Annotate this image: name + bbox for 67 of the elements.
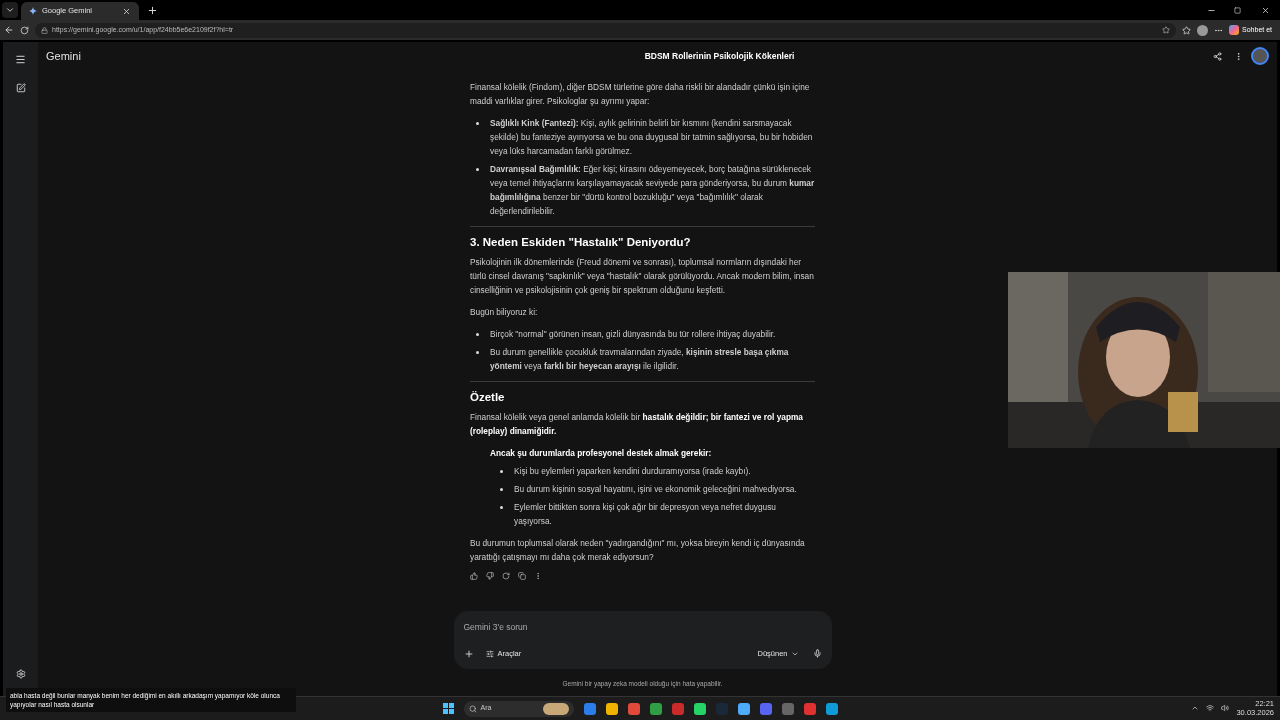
app-icon[interactable] bbox=[825, 702, 838, 715]
brand-title: Gemini bbox=[46, 48, 82, 64]
windows-logo-icon[interactable] bbox=[442, 703, 454, 714]
paragraph: Bugün biliyoruz ki: bbox=[470, 306, 539, 319]
section-heading: Özetle bbox=[470, 390, 506, 404]
new-tab-icon bbox=[147, 4, 158, 16]
close-icon bbox=[1261, 5, 1270, 15]
menu-icon bbox=[15, 54, 26, 65]
app-icon[interactable] bbox=[605, 702, 618, 715]
app-icon[interactable] bbox=[693, 702, 706, 715]
copilot-logo-icon bbox=[1229, 25, 1240, 35]
add-icon bbox=[463, 648, 474, 659]
mic-icon bbox=[812, 649, 822, 659]
paragraph: Ancak şu durumlarda profesyonel destek almak gerekir: bbox=[489, 447, 713, 460]
sparkle-icon bbox=[29, 7, 37, 15]
bullet-icon bbox=[500, 506, 503, 509]
list-item: Kişi bu eylemleri yaparken kendini durduramıyorsa (irade kaybı). bbox=[514, 465, 751, 478]
settings-icon bbox=[15, 669, 26, 679]
regenerate-icon bbox=[502, 572, 510, 580]
volume-icon bbox=[1221, 704, 1230, 712]
paragraph: Psikolojinin ilk dönemlerinde (Freud dönemi ve sonrası), toplumsal normların dışındaki her türlü cinsel davranış "sapkınlık" veya "hastalık" olarak görülüyordu. Ancak modern bilim, insan cinselliğinin ve psikolojisinin çok geniş bir spektrum olduğunu keşfetti. bbox=[470, 256, 815, 297]
app-icon[interactable] bbox=[759, 702, 772, 715]
list-item: Birçok "normal" görünen insan, gizli dünyasında bu tür rollere ihtiyaç duyabilir. bbox=[490, 328, 776, 341]
paragraph: Finansal kölelik veya genel anlamda kölelik bir hastalık değildir; bir fantezi ve rol yapma (roleplay) dinamiğidir. bbox=[470, 411, 804, 438]
close-icon bbox=[122, 6, 131, 16]
thumbs-down-icon bbox=[486, 572, 494, 580]
chevron-icon bbox=[5, 5, 15, 15]
favorites-icon bbox=[1182, 25, 1192, 35]
reload-icon bbox=[20, 25, 29, 35]
bullet-icon bbox=[476, 333, 479, 336]
prompt-input[interactable]: Gemini 3'e sorun bbox=[463, 621, 822, 634]
tab-list-button[interactable] bbox=[2, 2, 18, 18]
app-icon[interactable] bbox=[583, 702, 596, 715]
list-item: Bu durum genellikle çocukluk travmalarından ziyade, kişinin stresle başa çıkma yöntemi veya farklı bir heyecan arayışı ile ilgilidir. bbox=[490, 346, 790, 373]
app-icon[interactable] bbox=[627, 702, 640, 715]
back-icon bbox=[4, 25, 14, 35]
paragraph: Finansal kölelik (Findom), diğer BDSM türlerine göre daha riskli bir alandadır çünkü işin içine maddi varlıklar girer. Psikologlar şu ayrımı yapar: bbox=[470, 81, 811, 108]
app-icon[interactable] bbox=[803, 702, 816, 715]
app-icon[interactable] bbox=[737, 702, 750, 715]
network-icon bbox=[1206, 704, 1215, 712]
avatar-icon[interactable] bbox=[1251, 47, 1269, 65]
paragraph: Bu durumun toplumsal olarak neden "yadırgandığını" mı, yoksa bireyin kendi iç dünyasında yarattığı çatışmayı mı daha çok merak ediyorsun? bbox=[470, 537, 806, 564]
share-icon bbox=[1213, 51, 1222, 61]
bullet-icon bbox=[500, 470, 503, 473]
list-item: Sağlıklı Kink (Fantezi): Kişi, aylık gelirinin belirli bir kısmını (kendini sarsmayacak şekilde) bu fanteziye ayırıyorsa ve bu ona duygusal bir tatmin sağlıyorsa, bu bir hobiden veya lüks harcamadan farklı görülmez. bbox=[490, 117, 814, 158]
list-item: Davranışsal Bağımlılık: Eğer kişi; kirasını ödeyemeyecek, borç batağına sürüklenecek veya temel ihtiyaçlarını karşılayamayacak seviyede para gönderiyorsa, bu durum kumar bağımlılığına benzer bir "dürtü kontrol bozukluğu" veya "bağımlılık" olarak değerlendirilebilir. bbox=[490, 163, 815, 218]
section-heading: 3. Neden Eskiden "Hastalık" Deniyordu? bbox=[470, 235, 692, 249]
lock-icon bbox=[41, 26, 48, 34]
bullet-icon bbox=[476, 351, 479, 354]
tools-icon bbox=[485, 649, 494, 658]
avatar-icon[interactable] bbox=[1197, 24, 1209, 36]
tray-icon bbox=[1191, 704, 1200, 712]
thumbs-up-icon bbox=[470, 572, 478, 580]
bullet-icon bbox=[500, 488, 503, 491]
list-item: Eylemler bittikten sonra kişi çok ağır bir depresyon veya nefret duygusu yaşıyorsa. bbox=[514, 501, 777, 528]
bullet-icon bbox=[476, 122, 479, 125]
app-icon[interactable] bbox=[649, 702, 662, 715]
chat-title: BDSM Rollerinin Psikolojik Kökenleri bbox=[643, 49, 796, 63]
list-item: Bu durum kişinin sosyal hayatını, işini ve ekonomik geleceğini mahvediyorsa. bbox=[514, 483, 797, 496]
copy-icon bbox=[518, 572, 526, 580]
new-chat-icon bbox=[15, 83, 26, 93]
bullet-icon bbox=[476, 168, 479, 171]
restore-icon bbox=[1234, 6, 1241, 14]
star-icon bbox=[1162, 26, 1171, 34]
more-icon bbox=[1234, 51, 1243, 61]
more-icon bbox=[534, 572, 542, 580]
search-icon bbox=[468, 704, 477, 713]
